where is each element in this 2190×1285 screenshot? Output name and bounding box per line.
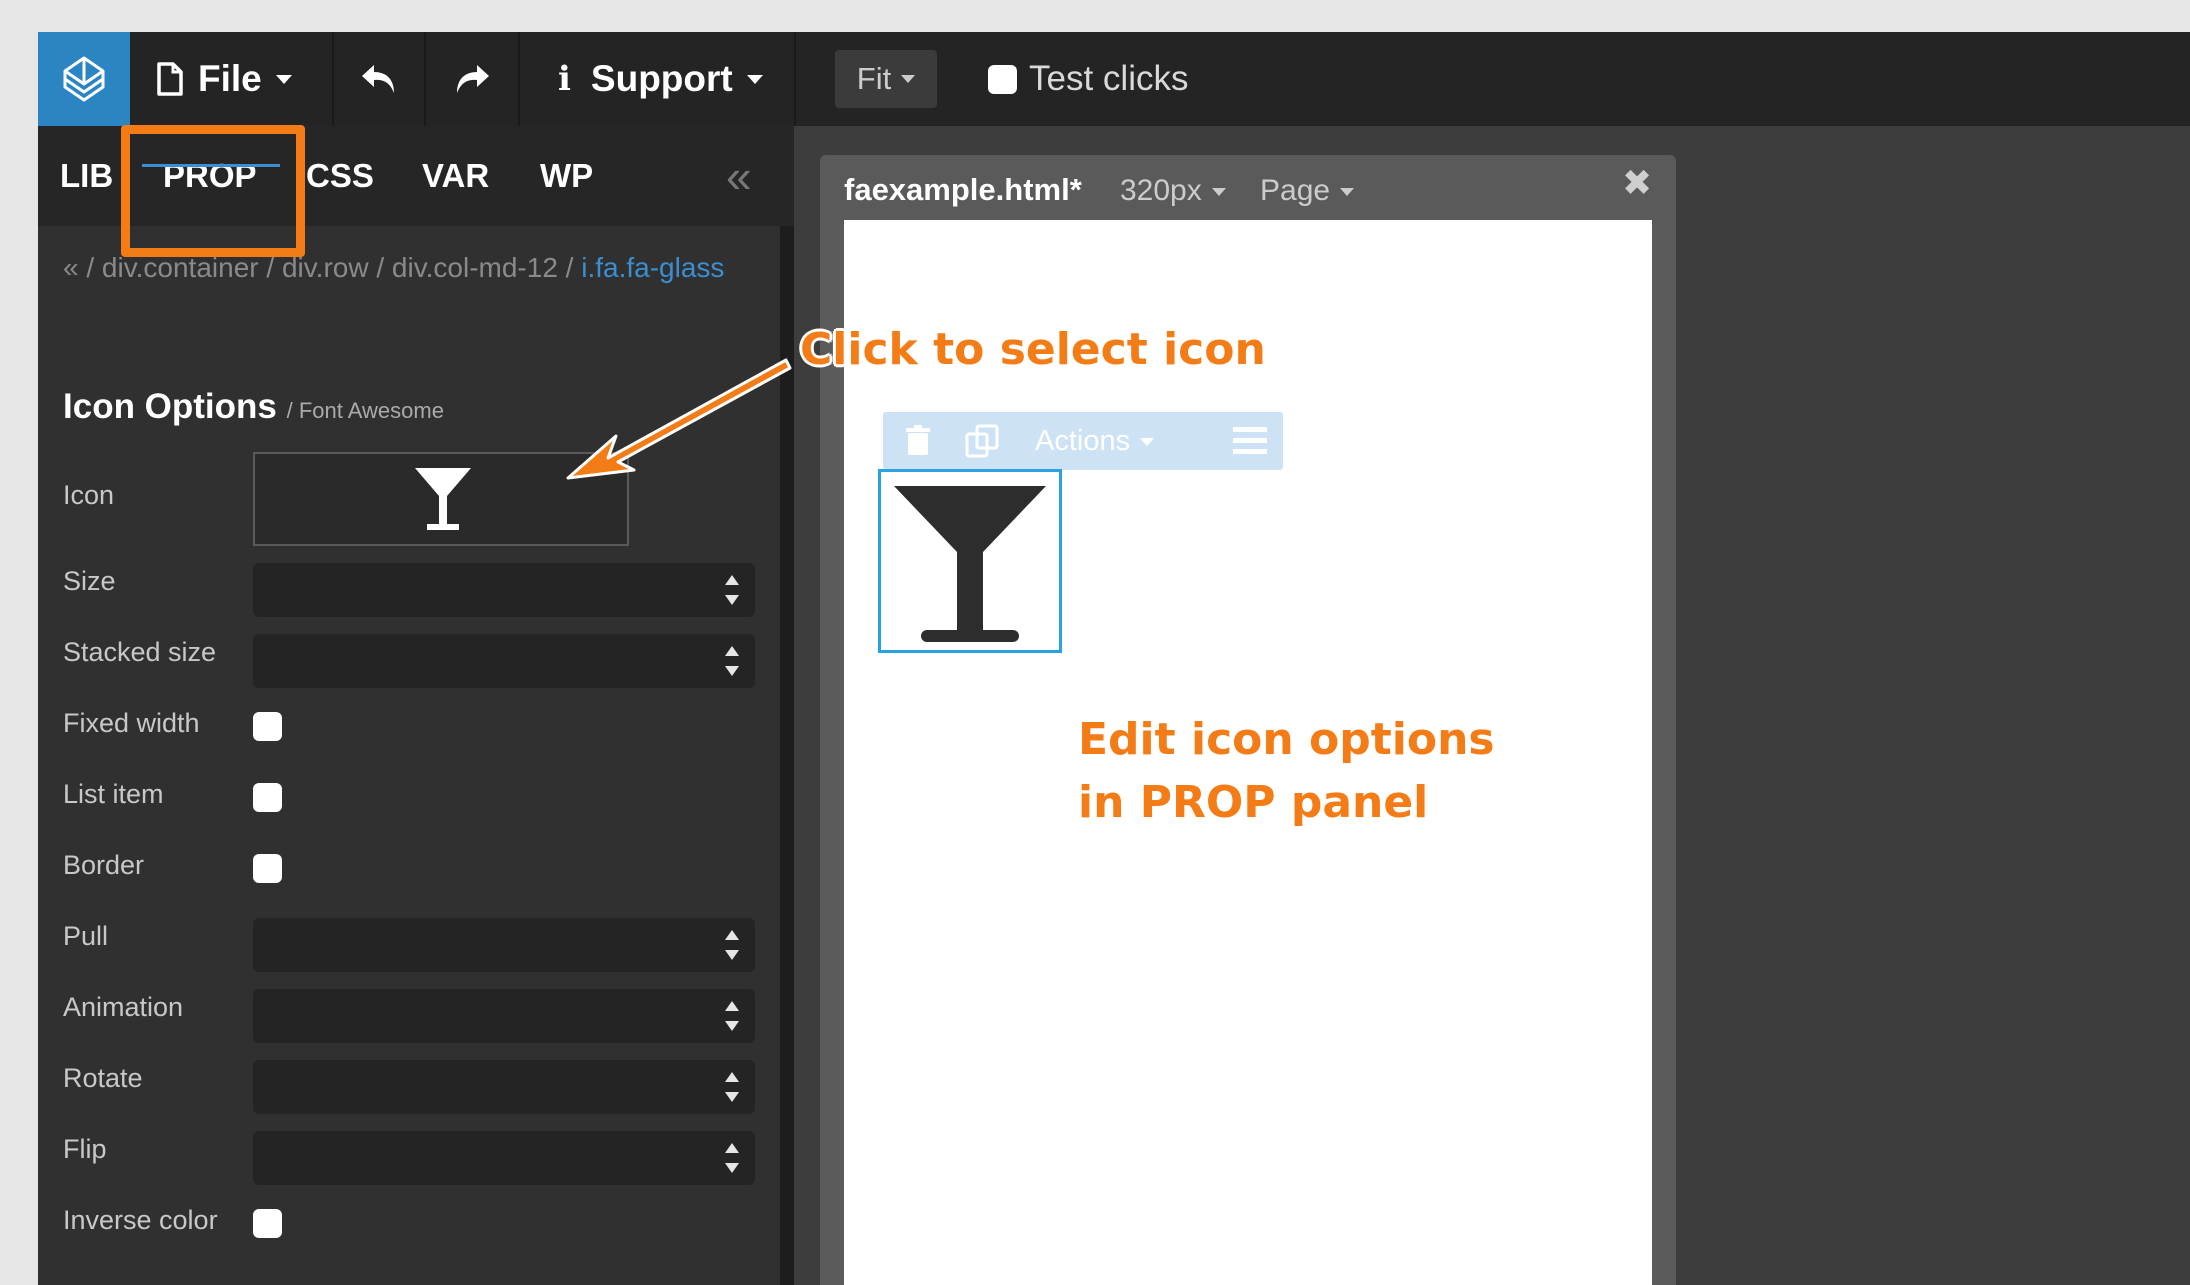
rotate-select[interactable] bbox=[253, 1060, 755, 1114]
page-menu-dropdown[interactable]: Page bbox=[1260, 174, 1355, 208]
menu-icon[interactable] bbox=[1233, 427, 1267, 455]
tab-wp[interactable]: WP bbox=[540, 126, 593, 226]
breadcrumb-separator: / bbox=[557, 252, 582, 283]
section-title: Icon Options / Font Awesome bbox=[63, 387, 444, 427]
edit-options-annotation-line1: Edit icon options bbox=[1078, 714, 1495, 765]
select-arrows-icon bbox=[725, 1072, 739, 1102]
undo-button[interactable] bbox=[360, 32, 398, 126]
border-label: Border bbox=[63, 850, 145, 880]
size-label: Size bbox=[63, 566, 116, 596]
test-clicks-toggle[interactable]: Test clicks bbox=[988, 56, 1188, 102]
tab-lib[interactable]: LIB bbox=[60, 126, 113, 226]
fixed-width-label: Fixed width bbox=[63, 708, 200, 738]
click-to-select-annotation: Click to select icon bbox=[800, 324, 1266, 375]
arrow-annotation bbox=[566, 358, 792, 480]
selected-glass-icon-element[interactable] bbox=[878, 469, 1062, 653]
chevron-down-icon bbox=[746, 74, 763, 84]
undo-icon bbox=[362, 65, 394, 93]
pinegrow-logo-icon[interactable] bbox=[38, 32, 130, 126]
select-arrows-icon bbox=[725, 1143, 739, 1173]
duplicate-icon[interactable] bbox=[965, 424, 1001, 458]
flip-label: Flip bbox=[63, 1134, 107, 1164]
page-menu-label: Page bbox=[1260, 174, 1331, 207]
page-width-label: 320px bbox=[1120, 174, 1202, 207]
glass-icon bbox=[894, 486, 1046, 642]
flip-select[interactable] bbox=[253, 1131, 755, 1185]
select-arrows-icon bbox=[725, 575, 739, 605]
close-document-button[interactable]: ✖ bbox=[1622, 162, 1652, 204]
file-menu-label: File bbox=[198, 58, 262, 99]
chevron-down-icon bbox=[901, 75, 916, 83]
collapse-panel-button[interactable]: « bbox=[726, 126, 752, 226]
fixed-width-checkbox[interactable] bbox=[253, 712, 282, 741]
double-chevron-left-icon: « bbox=[726, 150, 752, 202]
test-clicks-label: Test clicks bbox=[1029, 59, 1189, 98]
chevron-down-icon bbox=[275, 74, 292, 84]
tab-var-label: VAR bbox=[422, 157, 490, 194]
tab-css[interactable]: CSS bbox=[306, 126, 374, 226]
zoom-fit-dropdown[interactable]: Fit bbox=[835, 50, 937, 108]
chevron-down-icon bbox=[1211, 188, 1226, 197]
glass-icon bbox=[415, 468, 471, 530]
prop-tab-highlight-box bbox=[121, 125, 305, 257]
actions-dropdown[interactable]: Actions bbox=[1035, 425, 1155, 458]
tab-var[interactable]: VAR bbox=[422, 126, 489, 226]
tab-wp-label: WP bbox=[540, 157, 594, 194]
page-width-dropdown[interactable]: 320px bbox=[1120, 174, 1226, 208]
breadcrumb-item[interactable]: div.col-md-12 bbox=[392, 252, 558, 283]
inverse-color-label: Inverse color bbox=[63, 1205, 218, 1235]
app-window: File i Support Fit Test clicks LIB PROP … bbox=[38, 32, 2190, 1285]
tab-lib-label: LIB bbox=[60, 157, 114, 194]
test-clicks-checkbox[interactable] bbox=[988, 64, 1017, 94]
close-icon: ✖ bbox=[1622, 162, 1653, 203]
top-toolbar: File i Support Fit Test clicks bbox=[38, 32, 2190, 126]
select-arrows-icon bbox=[725, 1001, 739, 1031]
select-arrows-icon bbox=[725, 930, 739, 960]
breadcrumb-current-item[interactable]: i.fa.fa-glass bbox=[581, 252, 724, 283]
toolbar-divider bbox=[794, 32, 796, 126]
stacked-size-select[interactable] bbox=[253, 634, 755, 688]
breadcrumb-separator: / bbox=[78, 252, 102, 283]
toolbar-divider bbox=[332, 32, 334, 126]
document-title: faexample.html* bbox=[844, 172, 1082, 207]
stacked-size-label: Stacked size bbox=[63, 637, 217, 667]
animation-select[interactable] bbox=[253, 989, 755, 1043]
info-icon: i bbox=[558, 59, 571, 99]
breadcrumb-separator: / bbox=[368, 252, 392, 283]
toolbar-divider bbox=[518, 32, 520, 126]
file-icon bbox=[157, 62, 183, 96]
list-item-checkbox[interactable] bbox=[253, 783, 282, 812]
trash-icon[interactable] bbox=[905, 425, 931, 457]
icon-row-label: Icon bbox=[63, 480, 115, 510]
edit-options-annotation-line2: in PROP panel bbox=[1078, 777, 1429, 828]
redo-button[interactable] bbox=[453, 32, 491, 126]
actions-label: Actions bbox=[1035, 425, 1131, 457]
inverse-color-checkbox[interactable] bbox=[253, 1209, 282, 1238]
chevron-down-icon bbox=[1140, 438, 1155, 447]
chevron-down-icon bbox=[1340, 188, 1355, 197]
pull-label: Pull bbox=[63, 921, 109, 951]
redo-icon bbox=[457, 65, 489, 93]
list-item-label: List item bbox=[63, 779, 164, 809]
icon-options-heading: Icon Options bbox=[63, 387, 277, 426]
animation-label: Animation bbox=[63, 992, 184, 1022]
support-menu-label: Support bbox=[590, 58, 733, 99]
toolbar-divider bbox=[424, 32, 426, 126]
border-checkbox[interactable] bbox=[253, 854, 282, 883]
support-menu-button[interactable]: i Support bbox=[558, 32, 763, 126]
tab-css-label: CSS bbox=[306, 157, 374, 194]
select-arrows-icon bbox=[725, 646, 739, 676]
pull-select[interactable] bbox=[253, 918, 755, 972]
breadcrumb-back[interactable]: « bbox=[63, 252, 79, 283]
size-select[interactable] bbox=[253, 563, 755, 617]
font-awesome-subtitle: / Font Awesome bbox=[286, 398, 444, 423]
rotate-label: Rotate bbox=[63, 1063, 143, 1093]
element-toolbar: Actions bbox=[883, 412, 1283, 470]
file-menu-button[interactable]: File bbox=[156, 32, 292, 126]
fit-label: Fit bbox=[856, 61, 892, 96]
